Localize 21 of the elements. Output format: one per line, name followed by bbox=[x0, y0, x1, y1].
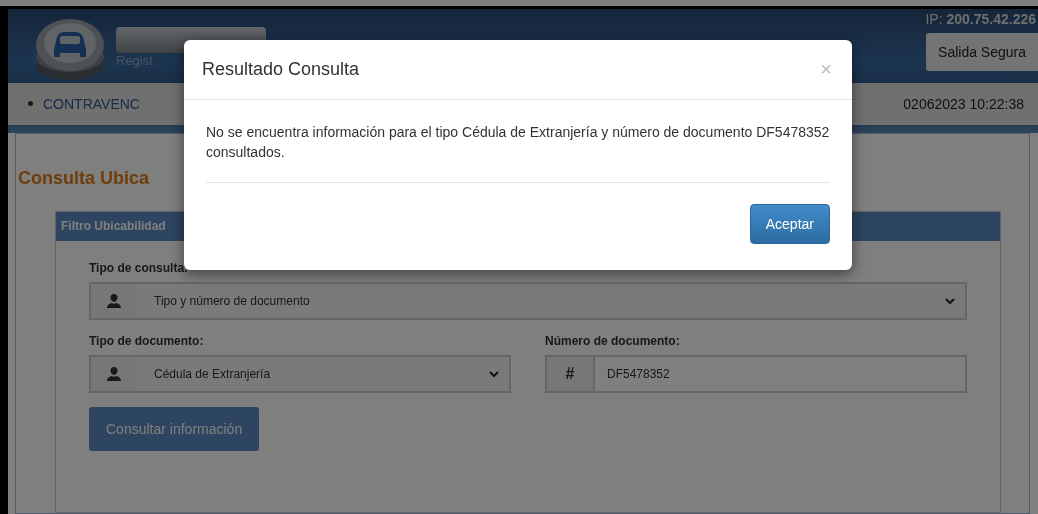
modal-message: No se encuentra información para el tipo Cédula de Extranjería y número de documento DF5478352 consultados. bbox=[206, 123, 830, 162]
logout-button[interactable]: Salida Segura bbox=[926, 33, 1038, 71]
accept-button[interactable]: Aceptar bbox=[749, 204, 830, 244]
page-title: Consulta Ubica bbox=[18, 168, 151, 189]
modal-title: Resultado Consulta bbox=[202, 59, 360, 80]
panel-title: Filtro Ubicabilidad bbox=[61, 219, 166, 233]
date-time: 02062023 10:22:38 bbox=[903, 95, 1024, 112]
input-field[interactable]: DF5478352 bbox=[593, 357, 965, 391]
ip-address: IP: 200.75.42.226 bbox=[925, 10, 1037, 27]
bullet-icon bbox=[28, 101, 33, 107]
field-label: Tipo de consulta: bbox=[89, 261, 190, 275]
chevron-down-icon bbox=[945, 297, 955, 305]
select-field[interactable]: Tipo y número de documento bbox=[89, 282, 967, 320]
select-field[interactable]: Cédula de Extranjería bbox=[89, 355, 511, 393]
chevron-down-icon bbox=[489, 370, 499, 378]
nav-link[interactable]: CONTRAVENC bbox=[43, 95, 140, 112]
submit-button[interactable]: Consultar información bbox=[89, 407, 260, 451]
field-label: Tipo de documento: bbox=[89, 334, 205, 348]
person-icon bbox=[106, 366, 122, 382]
person-icon bbox=[106, 293, 122, 309]
field-label: Número de documento: bbox=[545, 334, 681, 348]
